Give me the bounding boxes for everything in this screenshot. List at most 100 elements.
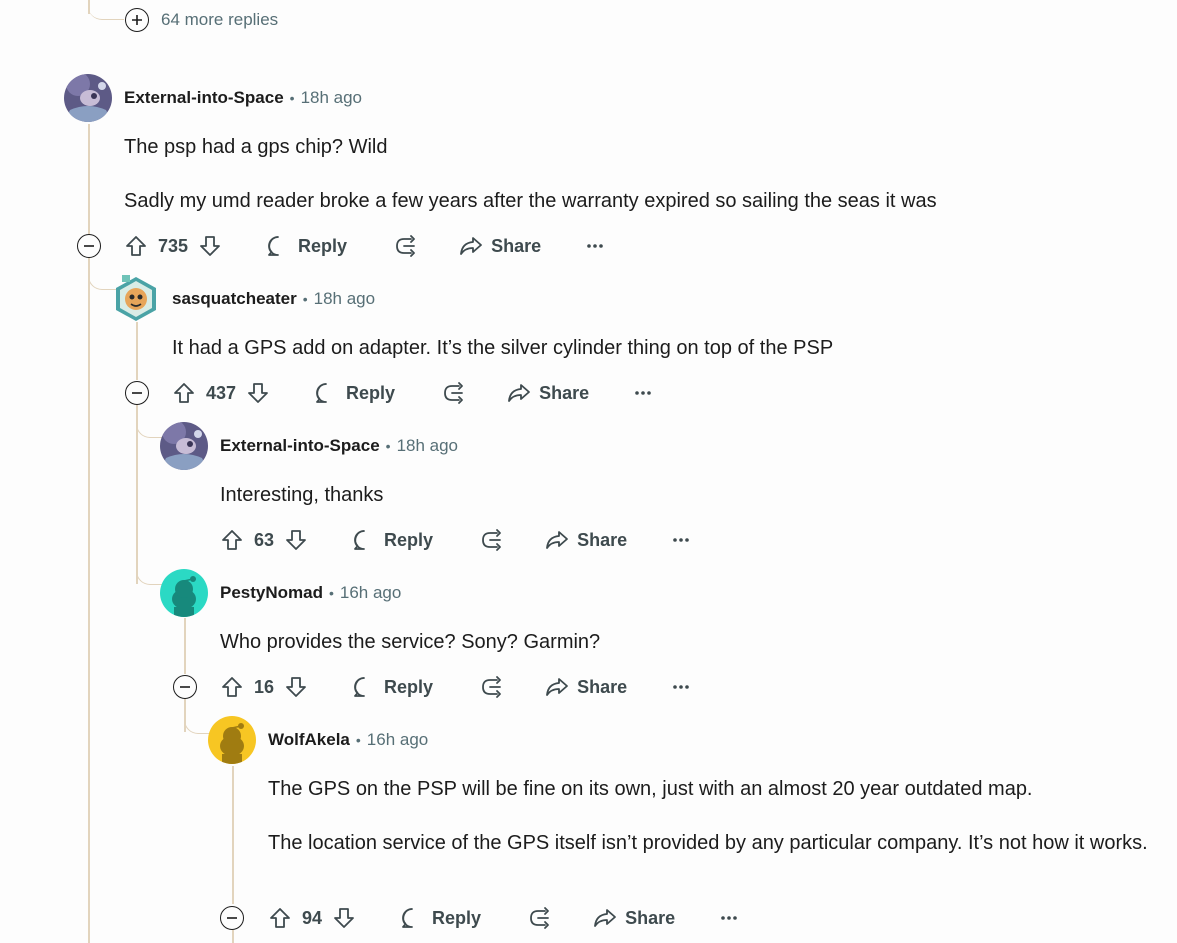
downvote-button[interactable] <box>284 675 308 699</box>
share-label: Share <box>539 382 590 403</box>
username[interactable]: sasquatcheater <box>172 289 297 309</box>
comment-paragraph: Who provides the service? Sony? Garmin? <box>220 631 601 653</box>
minus-icon <box>132 392 142 394</box>
comment-bubble-icon <box>316 383 327 403</box>
collapse-button[interactable] <box>77 234 101 258</box>
thread-line <box>184 618 186 674</box>
avatar[interactable] <box>112 275 160 323</box>
reply-button[interactable]: Reply <box>352 528 433 552</box>
share-label: Share <box>577 529 628 550</box>
share-button[interactable]: Share <box>545 528 627 552</box>
share-label: Share <box>491 235 542 256</box>
comment-actions: 735 Reply Share <box>124 230 607 262</box>
share-button[interactable]: Share <box>545 675 627 699</box>
award-button[interactable] <box>441 381 465 405</box>
reply-button[interactable]: Reply <box>266 234 347 258</box>
comment-actions: 94 Reply Share <box>268 902 741 934</box>
username[interactable]: WolfAkela <box>268 730 350 750</box>
share-button[interactable]: Share <box>593 906 675 930</box>
username[interactable]: External-into-Space <box>220 436 380 456</box>
upvote-button[interactable] <box>220 675 244 699</box>
thread-line <box>88 258 90 943</box>
award-button[interactable] <box>527 906 551 930</box>
award-icon <box>482 529 501 551</box>
collapse-button[interactable] <box>220 906 244 930</box>
reply-button[interactable]: Reply <box>400 906 481 930</box>
plus-icon <box>125 8 149 32</box>
comment-body: The GPS on the PSP will be fine on its o… <box>268 774 1148 858</box>
username[interactable]: PestyNomad <box>220 583 323 603</box>
separator-dot: • <box>385 438 391 454</box>
downvote-button[interactable] <box>332 906 356 930</box>
upvote-button[interactable] <box>172 381 196 405</box>
avatar[interactable] <box>160 422 208 470</box>
thread-line <box>136 322 138 380</box>
minus-icon <box>227 917 237 919</box>
separator-dot: • <box>328 585 334 601</box>
comment-header: PestyNomad • 16h ago <box>160 569 401 617</box>
minus-icon <box>180 686 190 688</box>
ellipsis-icon <box>673 538 689 542</box>
award-icon <box>444 382 463 404</box>
avatar[interactable] <box>208 716 256 764</box>
award-button[interactable] <box>479 675 503 699</box>
share-label: Share <box>577 676 628 697</box>
reply-label: Reply <box>384 529 434 550</box>
downvote-icon <box>286 530 306 550</box>
username[interactable]: External-into-Space <box>124 88 284 108</box>
share-button[interactable]: Share <box>459 234 541 258</box>
reply-label: Reply <box>384 676 434 697</box>
vote-count: 63 <box>254 529 275 550</box>
comment-paragraph: The location service of the GPS itself i… <box>268 832 1148 854</box>
upvote-icon <box>222 677 242 697</box>
minus-icon <box>84 245 94 247</box>
upvote-button[interactable] <box>268 906 292 930</box>
comment-bubble-icon <box>402 908 413 928</box>
more-options-button[interactable] <box>669 528 693 552</box>
comment-paragraph: The psp had a gps chip? Wild <box>124 136 388 158</box>
separator-dot: • <box>302 291 308 307</box>
more-options-button[interactable] <box>631 381 655 405</box>
ellipsis-icon <box>635 391 651 395</box>
award-icon <box>396 235 415 257</box>
thread-elbow <box>88 0 124 20</box>
more-replies-button[interactable]: 64 more replies <box>125 8 278 32</box>
separator-dot: • <box>289 90 295 106</box>
more-options-button[interactable] <box>669 675 693 699</box>
timestamp[interactable]: 16h ago <box>367 730 428 750</box>
comment-header: WolfAkela • 16h ago <box>208 716 428 764</box>
comment-paragraph: The GPS on the PSP will be fine on its o… <box>268 778 1033 800</box>
downvote-button[interactable] <box>246 381 270 405</box>
timestamp[interactable]: 18h ago <box>301 88 362 108</box>
timestamp[interactable]: 18h ago <box>397 436 458 456</box>
avatar[interactable] <box>64 74 112 122</box>
thread-line <box>232 930 234 943</box>
collapse-button[interactable] <box>173 675 197 699</box>
more-options-button[interactable] <box>717 906 741 930</box>
upvote-icon <box>222 530 242 550</box>
comment-bubble-icon <box>268 236 279 256</box>
comment-body: Who provides the service? Sony? Garmin? <box>220 627 600 657</box>
ellipsis-icon <box>673 685 689 689</box>
avatar[interactable] <box>160 569 208 617</box>
timestamp[interactable]: 16h ago <box>340 583 401 603</box>
downvote-button[interactable] <box>198 234 222 258</box>
comment-actions: 16 Reply Share <box>220 671 693 703</box>
upvote-button[interactable] <box>220 528 244 552</box>
award-icon <box>482 676 501 698</box>
comment-paragraph: It had a GPS add on adapter. It’s the si… <box>172 337 834 359</box>
timestamp[interactable]: 18h ago <box>314 289 375 309</box>
comment-body: The psp had a gps chip? Wild Sadly my um… <box>124 132 937 216</box>
upvote-button[interactable] <box>124 234 148 258</box>
comment-bubble-icon <box>354 677 365 697</box>
award-button[interactable] <box>479 528 503 552</box>
more-options-button[interactable] <box>583 234 607 258</box>
share-button[interactable]: Share <box>507 381 589 405</box>
downvote-icon <box>200 236 220 256</box>
upvote-icon <box>270 908 290 928</box>
downvote-button[interactable] <box>284 528 308 552</box>
collapse-button[interactable] <box>125 381 149 405</box>
reply-button[interactable]: Reply <box>352 675 433 699</box>
award-button[interactable] <box>393 234 417 258</box>
reply-button[interactable]: Reply <box>314 381 395 405</box>
